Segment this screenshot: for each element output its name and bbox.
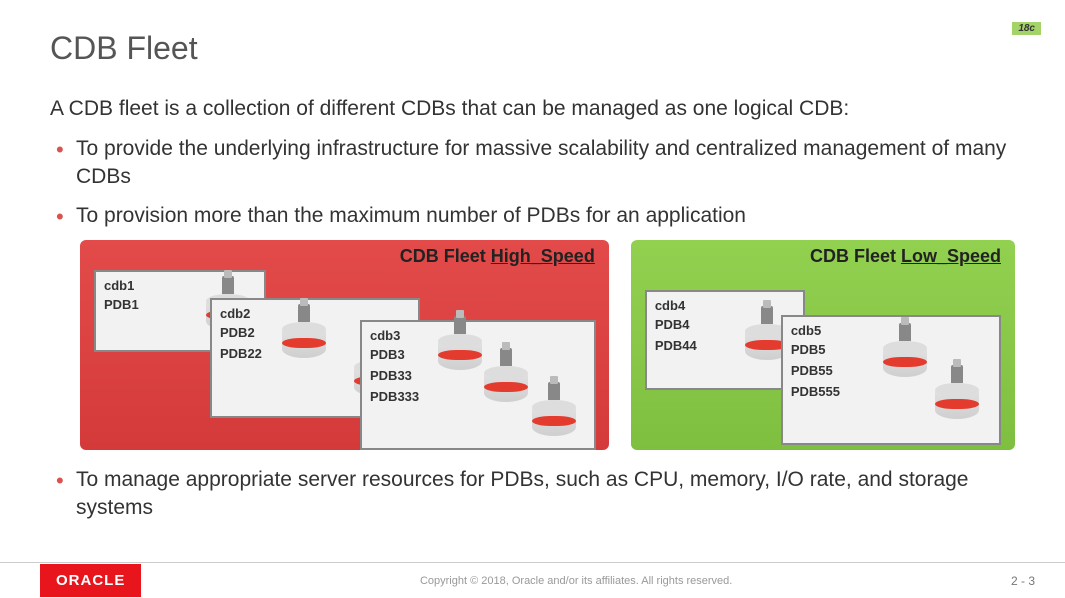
- footer: ORACLE Copyright © 2018, Oracle and/or i…: [0, 562, 1065, 598]
- copyright-text: Copyright © 2018, Oracle and/or its affi…: [141, 575, 1011, 587]
- slide: 18c CDB Fleet A CDB fleet is a collectio…: [0, 0, 1065, 598]
- cdb-name: cdb4: [655, 298, 795, 313]
- bullet-item: To provide the underlying infrastructure…: [76, 135, 1015, 192]
- fleet-label-name: Low_Speed: [901, 246, 1001, 266]
- database-icon: [532, 396, 576, 440]
- version-badge: 18c: [1012, 22, 1041, 35]
- fleet-label-name: High_Speed: [491, 246, 595, 266]
- fleet-diagram: CDB Fleet High_Speed cdb1 PDB1 cdb2 PDB2…: [80, 240, 1015, 450]
- fleet-label-prefix: CDB Fleet: [810, 246, 901, 266]
- database-icon: [484, 362, 528, 406]
- database-icon: [935, 379, 979, 423]
- fleet-low-speed: CDB Fleet Low_Speed cdb4 PDB4 PDB44 cdb5…: [631, 240, 1015, 450]
- bullet-list-top: To provide the underlying infrastructure…: [50, 135, 1015, 230]
- fleet-label: CDB Fleet High_Speed: [400, 246, 595, 267]
- bullet-item: To manage appropriate server resources f…: [76, 466, 1015, 523]
- cdb-box: cdb5 PDB5 PDB55 PDB555: [781, 315, 1001, 445]
- intro-text: A CDB fleet is a collection of different…: [50, 97, 1015, 121]
- database-icon: [883, 337, 927, 381]
- cdb-box: cdb3 PDB3 PDB33 PDB333: [360, 320, 596, 450]
- cdb-name: cdb5: [791, 323, 991, 338]
- page-number: 2 - 3: [1011, 574, 1035, 588]
- database-icon: [438, 330, 482, 374]
- database-icon: [282, 318, 326, 362]
- slide-title: CDB Fleet: [50, 30, 1015, 67]
- brand-logo: ORACLE: [40, 564, 141, 597]
- fleet-label: CDB Fleet Low_Speed: [810, 246, 1001, 267]
- bullet-list-bottom: To manage appropriate server resources f…: [50, 466, 1015, 523]
- fleet-high-speed: CDB Fleet High_Speed cdb1 PDB1 cdb2 PDB2…: [80, 240, 609, 450]
- fleet-label-prefix: CDB Fleet: [400, 246, 491, 266]
- bullet-item: To provision more than the maximum numbe…: [76, 202, 1015, 230]
